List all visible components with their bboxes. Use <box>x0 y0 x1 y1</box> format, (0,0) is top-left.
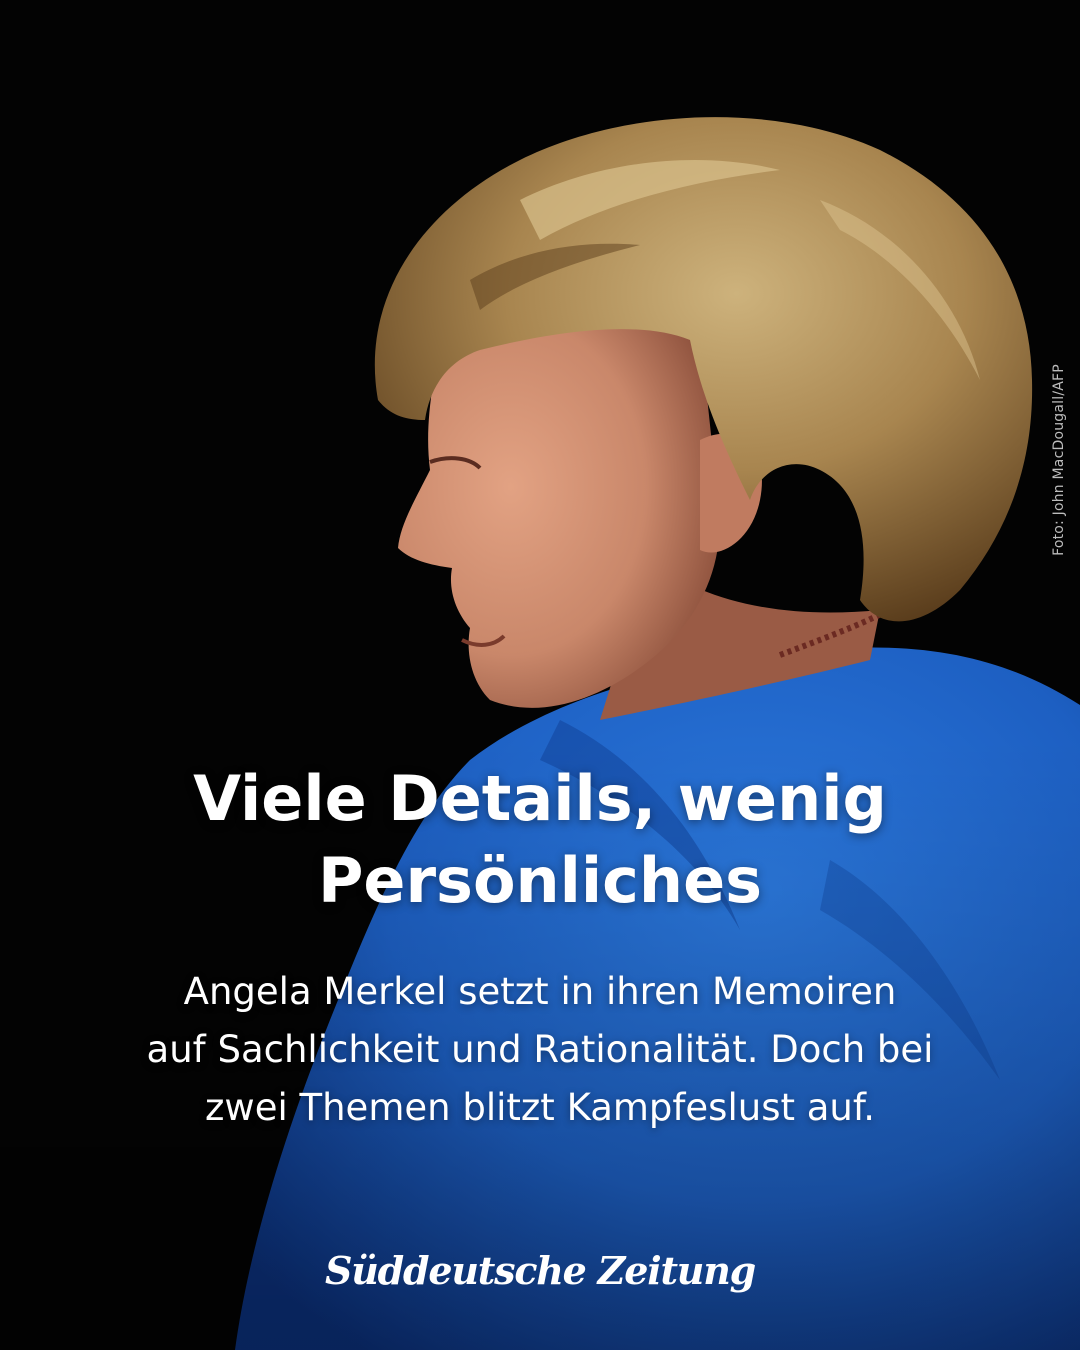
headline-line: Viele Details, wenig <box>193 762 887 835</box>
brand-logo: Süddeutsche Zeitung <box>324 1248 756 1293</box>
teaser-line: auf Sachlichkeit und Rationalität. Doch … <box>146 1028 934 1071</box>
portrait-photo <box>0 117 1080 1350</box>
photo-credit: Foto: John MacDougall/AFP <box>1051 364 1067 556</box>
teaser-line: Angela Merkel setzt in ihren Memoiren <box>183 970 897 1013</box>
headline-line: Persönliches <box>317 844 763 917</box>
headline: Viele Details, wenig Persönliches <box>100 758 980 922</box>
teaser-text: Angela Merkel setzt in ihren Memoiren au… <box>60 963 1020 1137</box>
teaser-line: zwei Themen blitzt Kampfeslust auf. <box>205 1086 875 1129</box>
post-canvas: Foto: John MacDougall/AFP Viele Details,… <box>0 0 1080 1350</box>
